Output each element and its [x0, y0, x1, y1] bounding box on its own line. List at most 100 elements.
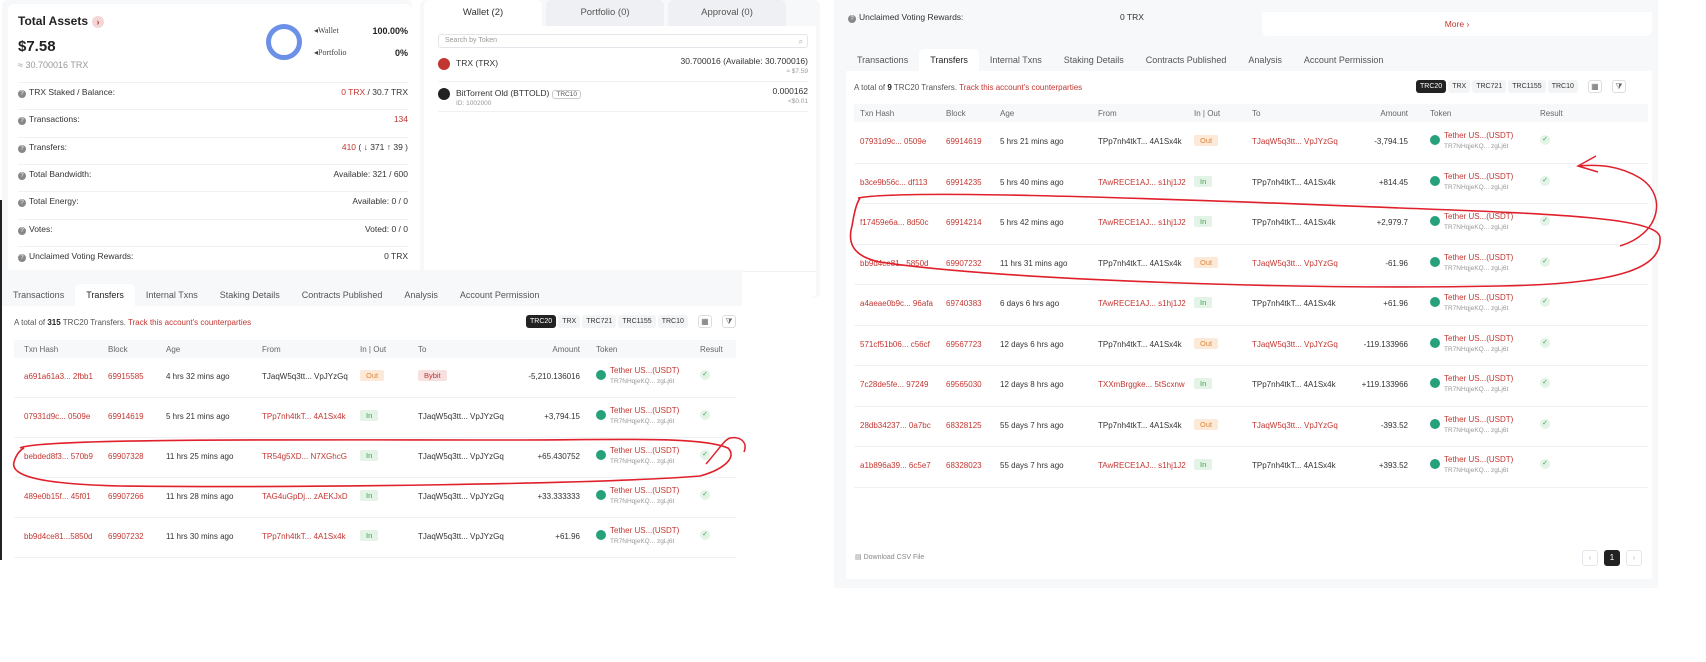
- assets-title[interactable]: Total Assets ›: [18, 14, 105, 28]
- tab-transfers[interactable]: Transfers: [919, 49, 979, 71]
- to-address[interactable]: TPp7nh4tkT... 4A1Sx4k: [1252, 380, 1336, 389]
- txn-hash-link[interactable]: 7c28de5fe... 97249: [860, 380, 929, 389]
- from-address[interactable]: TJaqW5q3tt... VpJYzGq: [262, 372, 348, 381]
- filter-trc721[interactable]: TRC721: [1472, 80, 1507, 93]
- asset-row-value-link[interactable]: 0 TRX: [341, 87, 365, 97]
- tab-portfolio[interactable]: Portfolio (0): [546, 0, 664, 26]
- right-more-link[interactable]: More ›: [1262, 12, 1652, 36]
- from-address[interactable]: TPp7nh4tkT... 4A1Sx4k: [262, 412, 346, 421]
- from-address[interactable]: TAwRECE1AJ... s1hj1J2: [1098, 178, 1186, 187]
- column-header[interactable]: Age: [166, 345, 180, 354]
- token-link[interactable]: Tether US...(USDT): [1444, 415, 1513, 424]
- block-link[interactable]: 69740383: [946, 299, 982, 308]
- tab-wallet[interactable]: Wallet (2): [424, 0, 542, 26]
- block-link[interactable]: 69914235: [946, 178, 982, 187]
- block-link[interactable]: 69565030: [946, 380, 982, 389]
- calendar-icon[interactable]: ▦: [1587, 80, 1602, 93]
- tab-analysis[interactable]: Analysis: [393, 284, 449, 306]
- token-link[interactable]: Tether US...(USDT): [1444, 293, 1513, 302]
- token-link[interactable]: Tether US...(USDT): [610, 446, 679, 455]
- next-page-button[interactable]: ›: [1626, 550, 1642, 566]
- asset-row-value-link[interactable]: 410: [342, 142, 356, 152]
- track-counterparties-link[interactable]: Track this account's counterparties: [128, 318, 251, 327]
- chevron-right-icon[interactable]: ›: [92, 16, 105, 28]
- tab-transactions[interactable]: Transactions: [2, 284, 75, 306]
- to-address[interactable]: TJaqW5q3tt... VpJYzGq: [1252, 137, 1338, 146]
- column-header[interactable]: To: [1252, 109, 1260, 118]
- question-icon[interactable]: ?: [18, 226, 26, 235]
- filter-trx[interactable]: TRX: [1448, 80, 1471, 93]
- block-link[interactable]: 69915585: [108, 372, 144, 381]
- token-row-trx[interactable]: TRX (TRX) 30.700016 (Available: 30.70001…: [438, 54, 808, 82]
- tab-transfers[interactable]: Transfers: [75, 284, 135, 306]
- from-address[interactable]: TAwRECE1AJ... s1hj1J2: [1098, 218, 1186, 227]
- column-header[interactable]: To: [418, 345, 426, 354]
- to-address[interactable]: TJaqW5q3tt... VpJYzGq: [1252, 421, 1338, 430]
- txn-hash-link[interactable]: 489e0b15f... 45f01: [24, 492, 91, 501]
- from-address[interactable]: TAwRECE1AJ... s1hj1J2: [1098, 299, 1186, 308]
- from-address[interactable]: TR54g5XD... N7XGhcG: [262, 452, 347, 461]
- txn-hash-link[interactable]: 571cf51b06... c56cf: [860, 340, 930, 349]
- column-header[interactable]: From: [1098, 109, 1117, 118]
- filter-trc10[interactable]: TRC10: [1547, 80, 1578, 93]
- from-address[interactable]: TPp7nh4tkT... 4A1Sx4k: [1098, 259, 1182, 268]
- block-link[interactable]: 68328023: [946, 461, 982, 470]
- to-address[interactable]: TJaqW5q3tt... VpJYzGq: [418, 452, 504, 461]
- token-link[interactable]: Tether US...(USDT): [610, 366, 679, 375]
- block-link[interactable]: 69907328: [108, 452, 144, 461]
- filter-trc20[interactable]: TRC20: [1416, 80, 1447, 93]
- txn-hash-link[interactable]: a4aeae0b9c... 96afa: [860, 299, 933, 308]
- token-link[interactable]: Tether US...(USDT): [610, 526, 679, 535]
- token-link[interactable]: Tether US...(USDT): [1444, 334, 1513, 343]
- txn-hash-link[interactable]: b3ce9b56c... df113: [860, 178, 927, 187]
- to-address[interactable]: TJaqW5q3tt... VpJYzGq: [418, 492, 504, 501]
- filter-icon[interactable]: ⧩: [1611, 80, 1626, 93]
- txn-hash-link[interactable]: a691a61a3... 2fbb1: [24, 372, 93, 381]
- to-address[interactable]: TJaqW5q3tt... VpJYzGq: [418, 532, 504, 541]
- tab-staking-details[interactable]: Staking Details: [209, 284, 291, 306]
- token-link[interactable]: Tether US...(USDT): [610, 486, 679, 495]
- token-search-input[interactable]: Search by Token ⌕: [438, 34, 808, 48]
- to-address[interactable]: TPp7nh4tkT... 4A1Sx4k: [1252, 178, 1336, 187]
- tab-account-permission[interactable]: Account Permission: [1293, 49, 1395, 71]
- question-icon[interactable]: ?: [18, 253, 26, 262]
- to-address[interactable]: TPp7nh4tkT... 4A1Sx4k: [1252, 299, 1336, 308]
- token-link[interactable]: Tether US...(USDT): [610, 406, 679, 415]
- to-address[interactable]: TPp7nh4tkT... 4A1Sx4k: [1252, 218, 1336, 227]
- block-link[interactable]: 69914214: [946, 218, 982, 227]
- tab-internal-txns[interactable]: Internal Txns: [135, 284, 209, 306]
- txn-hash-link[interactable]: bebded8f3... 570b9: [24, 452, 93, 461]
- tab-contracts-published[interactable]: Contracts Published: [1135, 49, 1238, 71]
- column-header[interactable]: Token: [1430, 109, 1451, 118]
- track-counterparties-link[interactable]: Track this account's counterparties: [959, 83, 1082, 92]
- token-row-bttold[interactable]: BitTorrent Old (BTTOLD) TRC10 ID: 1002000…: [438, 84, 808, 112]
- column-header[interactable]: Age: [1000, 109, 1014, 118]
- to-address[interactable]: TPp7nh4tkT... 4A1Sx4k: [1252, 461, 1336, 470]
- question-icon[interactable]: ?: [18, 171, 26, 180]
- filter-trc1155[interactable]: TRC1155: [1508, 80, 1546, 93]
- tab-transactions[interactable]: Transactions: [846, 49, 919, 71]
- tab-account-permission[interactable]: Account Permission: [449, 284, 551, 306]
- prev-page-button[interactable]: ‹: [1582, 550, 1598, 566]
- asset-row-value-link[interactable]: 134: [394, 114, 408, 124]
- from-address[interactable]: TXXmBrggke... 5tScxnw: [1098, 380, 1185, 389]
- token-link[interactable]: Tether US...(USDT): [1444, 455, 1513, 464]
- filter-trc721[interactable]: TRC721: [582, 315, 617, 328]
- txn-hash-link[interactable]: f17459e6a... 8d50c: [860, 218, 929, 227]
- txn-hash-link[interactable]: a1b896a39... 6c5e7: [860, 461, 931, 470]
- to-address[interactable]: TJaqW5q3tt... VpJYzGq: [418, 412, 504, 421]
- download-csv-link[interactable]: ▤ Download CSV File: [855, 553, 924, 561]
- question-icon[interactable]: ?: [18, 144, 26, 153]
- filter-icon[interactable]: ⧩: [721, 315, 736, 328]
- from-address[interactable]: TPp7nh4tkT... 4A1Sx4k: [1098, 137, 1182, 146]
- question-icon[interactable]: ?: [18, 90, 26, 98]
- column-header[interactable]: From: [262, 345, 281, 354]
- filter-trc1155[interactable]: TRC1155: [618, 315, 656, 328]
- to-address[interactable]: Bybit: [418, 370, 447, 381]
- txn-hash-link[interactable]: bb9d4ce81...5850d: [24, 532, 93, 541]
- filter-trc20[interactable]: TRC20: [526, 315, 557, 328]
- question-icon[interactable]: ?: [18, 117, 26, 126]
- to-address[interactable]: TJaqW5q3tt... VpJYzGq: [1252, 259, 1338, 268]
- tab-approval[interactable]: Approval (0): [668, 0, 786, 26]
- block-link[interactable]: 69914619: [946, 137, 982, 146]
